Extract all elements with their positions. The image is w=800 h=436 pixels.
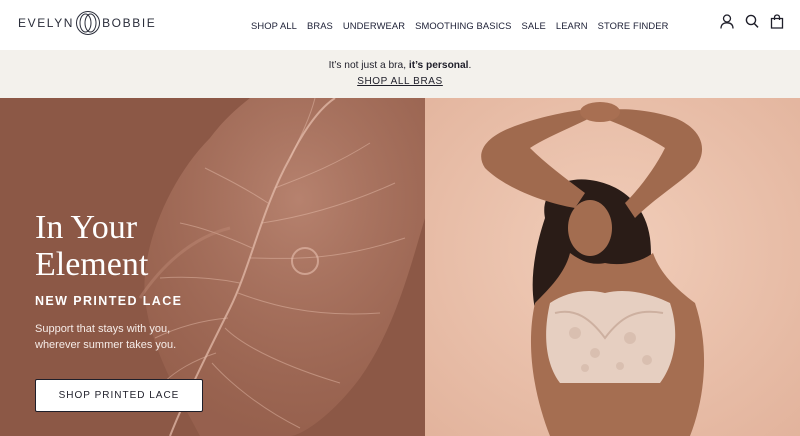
hero-body: Support that stays with you, wherever su… — [35, 321, 235, 353]
nav-underwear[interactable]: UNDERWEAR — [343, 20, 405, 31]
logo-mark-icon — [76, 11, 101, 35]
promo-text-prefix: It’s not just a bra, — [328, 60, 409, 71]
main-nav: SHOP ALL BRAS UNDERWEAR SMOOTHING BASICS… — [251, 0, 678, 50]
search-icon[interactable] — [745, 13, 759, 29]
hero-title-line1: In Your — [35, 209, 138, 246]
hero-title-line2: Element — [35, 246, 149, 283]
nav-learn[interactable]: LEARN — [556, 20, 588, 31]
nav-sale[interactable]: SALE — [522, 20, 546, 31]
nav-bras[interactable]: BRAS — [307, 20, 333, 31]
shop-printed-lace-button[interactable]: SHOP PRINTED LACE — [35, 379, 203, 412]
logo-word-right: BOBBIE — [102, 16, 157, 30]
hero-body-line2: wherever summer takes you. — [35, 339, 177, 351]
hero-subtitle: NEW PRINTED LACE — [35, 294, 183, 308]
model-photo — [425, 98, 800, 436]
hero-left-panel: In Your Element NEW PRINTED LACE Support… — [0, 98, 425, 436]
hero-title: In Your Element — [35, 209, 148, 283]
shop-all-bras-link[interactable]: SHOP ALL BRAS — [357, 76, 443, 87]
promo-text-bold: it’s personal — [408, 60, 469, 71]
hero-right-panel — [425, 98, 800, 436]
nav-smoothing-basics[interactable]: SMOOTHING BASICS — [415, 20, 511, 31]
logo-word-left: EVELYN — [18, 16, 75, 30]
hero-body-line1: Support that stays with you, — [35, 323, 171, 335]
nav-shop-all[interactable]: SHOP ALL — [251, 20, 297, 31]
brand-logo[interactable]: EVELYN BOBBIE — [18, 10, 156, 36]
promo-text: It’s not just a bra, it’s personal. — [0, 60, 800, 71]
site-header: EVELYN BOBBIE SHOP ALL BRAS UNDERWEAR SM… — [0, 0, 800, 50]
account-icon[interactable] — [720, 13, 734, 29]
promo-link-wrap: SHOP ALL BRAS — [0, 76, 800, 87]
nav-store-finder[interactable]: STORE FINDER — [598, 20, 669, 31]
header-icons — [720, 13, 784, 29]
promo-bar: It’s not just a bra, it’s personal. SHOP… — [0, 50, 800, 98]
shopping-bag-icon[interactable] — [770, 13, 784, 29]
promo-text-suffix: . — [468, 60, 472, 71]
